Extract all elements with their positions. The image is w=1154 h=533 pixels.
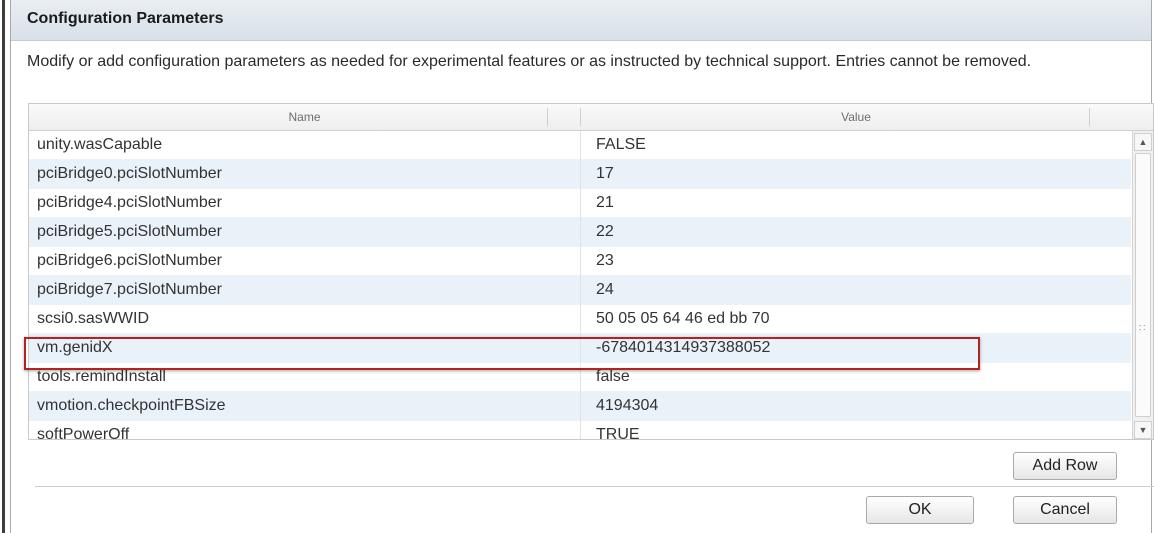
param-value-cell[interactable]: 17: [596, 165, 614, 183]
cell-divider: [580, 276, 581, 305]
dialog-description: Modify or add configuration parameters a…: [27, 53, 1032, 70]
param-name-cell[interactable]: tools.remindInstall: [37, 368, 166, 386]
param-name-cell[interactable]: scsi0.sasWWID: [37, 310, 149, 328]
configuration-parameters-dialog: Configuration Parameters Modify or add c…: [10, 0, 1154, 533]
param-name-cell[interactable]: pciBridge5.pciSlotNumber: [37, 223, 222, 241]
scroll-up-arrow-icon[interactable]: ▲: [1134, 133, 1152, 151]
table-body: unity.wasCapable FALSE pciBridge0.pciSlotN…: [29, 131, 1131, 439]
cell-divider: [580, 131, 581, 160]
cell-divider: [580, 334, 581, 363]
param-name-cell[interactable]: pciBridge7.pciSlotNumber: [37, 281, 222, 299]
dialog-divider: [35, 486, 1154, 487]
cell-divider: [580, 363, 581, 392]
param-name-cell[interactable]: vm.genidX: [37, 339, 113, 357]
column-separator: [547, 108, 548, 126]
cell-divider: [580, 247, 581, 276]
grip-icon: ∷: [1139, 323, 1146, 334]
table-row[interactable]: softPowerOff TRUE: [29, 421, 1131, 439]
table-row[interactable]: vm.genidX -6784014314937388052: [29, 334, 1131, 363]
column-header-value[interactable]: Value: [581, 104, 1131, 130]
table-row[interactable]: pciBridge4.pciSlotNumber 21: [29, 189, 1131, 218]
param-value-cell[interactable]: 23: [596, 252, 614, 270]
param-name-cell[interactable]: unity.wasCapable: [37, 136, 162, 154]
cell-divider: [580, 189, 581, 218]
table-row[interactable]: scsi0.sasWWID 50 05 05 64 46 ed bb 70: [29, 305, 1131, 334]
parameters-table: Name Value unity.wasCapable FALSE pciBridg…: [28, 103, 1154, 440]
param-name-cell[interactable]: pciBridge0.pciSlotNumber: [37, 165, 222, 183]
add-row-button[interactable]: Add Row: [1013, 452, 1117, 480]
cell-divider: [580, 421, 581, 439]
scrollbar-thumb[interactable]: ∷: [1135, 153, 1151, 417]
param-value-cell[interactable]: false: [596, 368, 630, 386]
table-row[interactable]: unity.wasCapable FALSE: [29, 131, 1131, 160]
param-name-cell[interactable]: pciBridge6.pciSlotNumber: [37, 252, 222, 270]
param-value-cell[interactable]: 24: [596, 281, 614, 299]
table-row[interactable]: pciBridge5.pciSlotNumber 22: [29, 218, 1131, 247]
table-row[interactable]: vmotion.checkpointFBSize 4194304: [29, 392, 1131, 421]
param-value-cell[interactable]: 22: [596, 223, 614, 241]
cancel-button[interactable]: Cancel: [1013, 496, 1117, 524]
param-name-cell[interactable]: vmotion.checkpointFBSize: [37, 397, 226, 415]
param-name-cell[interactable]: softPowerOff: [37, 426, 129, 439]
vertical-scrollbar[interactable]: ▲ ∷ ▼: [1132, 131, 1153, 439]
param-value-cell[interactable]: FALSE: [596, 136, 646, 154]
cell-divider: [580, 305, 581, 334]
table-row[interactable]: pciBridge6.pciSlotNumber 23: [29, 247, 1131, 276]
background-window-edge: [0, 0, 10, 533]
cell-divider: [580, 392, 581, 421]
ok-button[interactable]: OK: [866, 496, 974, 524]
column-separator: [1089, 108, 1090, 126]
table-header: Name Value: [29, 104, 1153, 131]
param-value-cell[interactable]: 4194304: [596, 397, 658, 415]
table-row[interactable]: tools.remindInstall false: [29, 363, 1131, 392]
param-name-cell[interactable]: pciBridge4.pciSlotNumber: [37, 194, 222, 212]
param-value-cell[interactable]: 21: [596, 194, 614, 212]
column-header-name[interactable]: Name: [29, 104, 580, 130]
cell-divider: [580, 218, 581, 247]
param-value-cell[interactable]: TRUE: [596, 426, 640, 439]
table-row[interactable]: pciBridge7.pciSlotNumber 24: [29, 276, 1131, 305]
scroll-down-arrow-icon[interactable]: ▼: [1134, 421, 1152, 439]
cell-divider: [580, 160, 581, 189]
dialog-title: Configuration Parameters: [27, 10, 224, 27]
table-row[interactable]: pciBridge0.pciSlotNumber 17: [29, 160, 1131, 189]
dialog-titlebar: Configuration Parameters: [11, 0, 1151, 41]
param-value-cell[interactable]: -6784014314937388052: [596, 339, 770, 357]
param-value-cell[interactable]: 50 05 05 64 46 ed bb 70: [596, 310, 770, 328]
